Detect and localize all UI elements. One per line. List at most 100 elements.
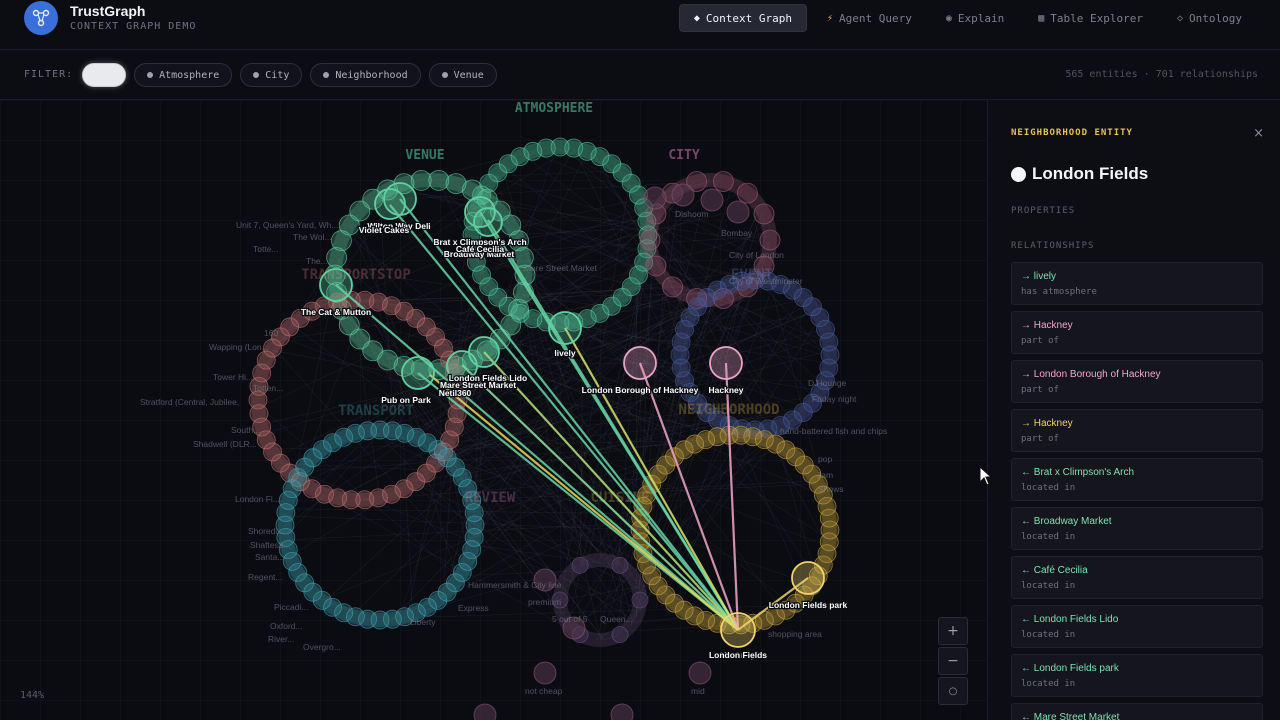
relationship-type: located in [1021,630,1076,640]
graph-node[interactable] [533,661,557,685]
relationship-target: → Hackney [1021,320,1073,331]
highlighted-node-label: Violet Cakes [359,225,410,235]
graph-node[interactable] [611,556,629,574]
context-graph-canvas[interactable]: Unit 7, Queen's Yard, Wh... The Wol... Tot… [0,100,987,720]
graph-svg[interactable]: Unit 7, Queen's Yard, Wh... The Wol... Tot… [0,100,987,720]
tab-label: Ontology [1189,11,1242,25]
tab-context-graph[interactable]: ◆ Context Graph [678,4,807,32]
tab-explain[interactable]: ◉ Explain [932,4,1018,32]
highlighted-node[interactable] [401,356,435,390]
filter-chip-venue[interactable]: Venue [428,63,497,87]
graph-node[interactable] [688,661,712,685]
graph-node[interactable] [753,203,775,225]
cluster-label: REVIEW [465,490,516,506]
zoom-in-button[interactable]: + [938,617,968,645]
cluster-label: ATMOSPHERE [515,101,593,116]
node-label: South... [231,425,260,435]
relationship-card[interactable]: → Hackney part of [1011,311,1263,354]
relationship-card[interactable]: ← Broadway Market located in [1011,507,1263,550]
zoom-reset-button[interactable]: ○ [938,677,968,705]
filter-chip-atmosphere[interactable]: Atmosphere [134,63,233,87]
graph-node[interactable] [473,703,497,720]
relationship-card[interactable]: ← Café Cecilia located in [1011,556,1263,599]
highlighted-node[interactable] [791,561,825,595]
highlighted-node[interactable] [623,346,657,380]
filter-chip-neighborhood[interactable]: Neighborhood [310,63,421,87]
highlighted-node[interactable] [319,268,353,302]
relationship-card[interactable]: ← Brat x Climpson's Arch located in [1011,458,1263,501]
chip-label: Neighborhood [335,69,408,81]
main-nav: ◆ Context Graph ⚡ Agent Query ◉ Explain … [678,4,1256,32]
relationships-heading: RELATIONSHIPS [1011,241,1095,251]
filter-bar: FILTER: All Atmosphere City Neighborhood… [0,50,1280,100]
graph-node[interactable] [819,332,839,352]
node-label: Overgro... [303,642,341,652]
graph-node[interactable] [410,170,432,191]
relationship-target: ← Brat x Climpson's Arch [1021,467,1135,478]
chip-label: City [265,69,290,81]
highlighted-node-label: London Fields [709,650,767,660]
node-label: Shoredi... [248,526,284,536]
node-label: London Fi... [235,494,280,504]
relationship-card[interactable]: → lively has atmosphere [1011,262,1263,305]
relationship-card[interactable]: → Hackney part of [1011,409,1263,452]
graph-node[interactable] [726,200,750,224]
cluster-label: TRANSPORTSTOP [301,267,411,283]
graph-node[interactable] [712,171,734,192]
node-label: DJ lounge [808,378,847,388]
graph-node[interactable] [639,229,661,251]
graph-node[interactable] [571,556,589,574]
graph-node[interactable] [737,182,758,204]
chip-label: Atmosphere [159,69,220,81]
highlighted-node-label: lively [554,348,576,358]
graph-node[interactable] [671,183,695,207]
highlighted-node[interactable] [473,207,503,237]
filter-chip-city[interactable]: City [240,63,303,87]
relationship-target: ← Café Cecilia [1021,565,1088,576]
relationship-type: located in [1021,581,1076,591]
graph-node[interactable] [759,229,781,251]
tab-table-explorer[interactable]: ▦ Table Explorer [1024,4,1157,32]
filter-chip-all[interactable]: All [82,63,127,87]
node-label: Express [458,603,489,613]
relationship-type: located in [1021,532,1076,542]
relationship-card[interactable]: ← London Fields Lido located in [1011,605,1263,648]
graph-node[interactable] [643,186,667,210]
tab-ontology[interactable]: ◇ Ontology [1163,4,1256,32]
cluster-label: EVENT [731,267,773,283]
relationship-card[interactable]: → London Borough of Hackney part of [1011,360,1263,403]
chip-label: Venue [453,69,484,81]
trustgraph-logo[interactable] [24,1,58,35]
node-label: Wapping (Lon... [209,342,269,352]
app-subtitle: CONTEXT GRAPH DEMO [70,21,197,32]
properties-heading: PROPERTIES [1011,206,1076,216]
node-label: shopping area [768,629,822,639]
node-label: 160 [264,328,278,338]
zoom-out-button[interactable]: − [938,647,968,675]
graph-node[interactable] [611,626,629,644]
highlighted-node[interactable] [468,336,500,368]
tab-agent-query[interactable]: ⚡ Agent Query [813,4,926,32]
highlighted-node[interactable] [709,346,743,380]
filter-label: FILTER: [24,69,74,80]
node-label: Shows [818,484,844,494]
graph-node[interactable] [700,188,724,212]
graph-node[interactable] [631,591,649,609]
graph-node[interactable] [662,276,683,298]
graph-node[interactable] [645,255,667,277]
graph-node[interactable] [819,508,839,528]
relationship-target: → London Borough of Hackney [1021,369,1161,380]
node-label: Totte... [253,244,279,254]
graph-node[interactable] [464,503,484,523]
graph-node[interactable] [428,170,450,191]
highlighted-node[interactable] [720,612,756,648]
highlighted-node[interactable] [548,311,582,345]
plus-icon: + [947,623,959,639]
close-icon[interactable]: × [1253,126,1264,141]
tab-label: Agent Query [838,11,912,25]
graph-node[interactable] [610,703,634,720]
relationship-card[interactable]: ← London Fields park located in [1011,654,1263,697]
relationship-card[interactable]: ← Mare Street Marketlocated in [1011,703,1263,720]
node-label: City of London [729,250,784,260]
highlighted-node[interactable] [374,188,406,220]
